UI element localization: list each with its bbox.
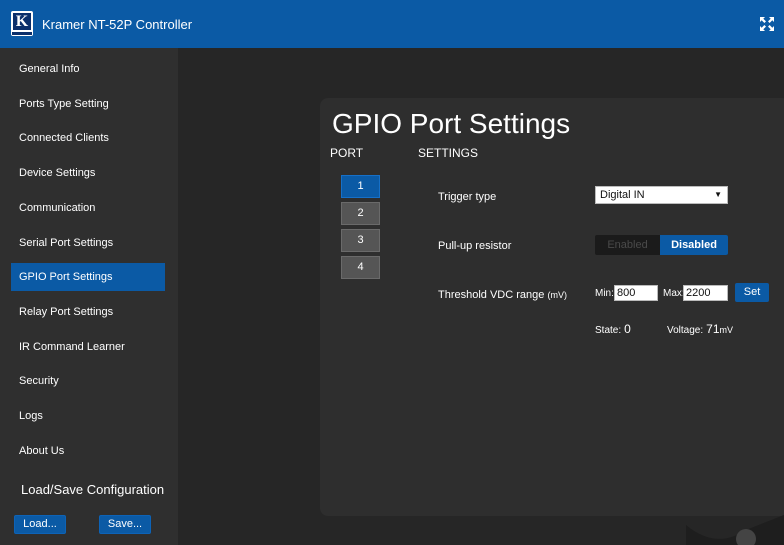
sidebar-item-general-info[interactable]: General Info [11,55,165,83]
top-bar: K Kramer NT-52P Controller [0,0,784,48]
port-column-header: PORT [330,146,364,160]
sidebar: General Info Ports Type Setting Connected … [0,48,178,545]
sidebar-item-ir-command-learner[interactable]: IR Command Learner [11,333,165,361]
decorative-shape [686,515,784,545]
chevron-down-icon: ▼ [714,190,722,199]
sidebar-item-serial-port-settings[interactable]: Serial Port Settings [11,229,165,257]
sidebar-item-logs[interactable]: Logs [11,402,165,430]
threshold-label: Threshold VDC range (mV) [438,289,567,301]
trigger-type-label: Trigger type [438,191,497,203]
load-button[interactable]: Load... [14,515,66,534]
page-title: GPIO Port Settings [332,108,571,139]
pullup-resistor-label: Pull-up resistor [438,240,512,252]
state-readout: State: 0 [595,322,631,336]
max-label: Max: [663,288,685,299]
trigger-type-value: Digital IN [600,189,645,201]
voltage-value: 71 [706,322,720,336]
sidebar-item-about-us[interactable]: About Us [11,437,165,465]
port-button-1[interactable]: 1 [341,175,380,198]
settings-panel [320,98,784,516]
app-title: Kramer NT-52P Controller [42,17,193,32]
sidebar-item-device-settings[interactable]: Device Settings [11,159,165,187]
expand-icon[interactable] [759,16,775,32]
sidebar-item-relay-port-settings[interactable]: Relay Port Settings [11,298,165,326]
max-input[interactable]: 2200 [683,285,728,301]
voltage-unit: mV [719,325,734,335]
load-save-title: Load/Save Configuration [21,482,165,497]
sidebar-item-security[interactable]: Security [11,367,165,395]
kramer-logo-icon: K [11,11,33,36]
pullup-enabled-option[interactable]: Enabled [595,235,660,255]
min-input[interactable]: 800 [614,285,658,301]
sidebar-item-ports-type-setting[interactable]: Ports Type Setting [11,90,165,118]
set-button[interactable]: Set [735,283,769,302]
state-value: 0 [624,322,631,336]
port-button-4[interactable]: 4 [341,256,380,279]
save-button[interactable]: Save... [99,515,151,534]
sidebar-item-connected-clients[interactable]: Connected Clients [11,124,165,152]
pullup-toggle[interactable]: Enabled Disabled [595,235,728,255]
port-button-2[interactable]: 2 [341,202,380,225]
min-label: Min: [595,288,614,299]
sidebar-item-communication[interactable]: Communication [11,194,165,222]
settings-column-header: SETTINGS [418,146,479,160]
voltage-readout: Voltage: 71mV [667,322,734,336]
port-button-3[interactable]: 3 [341,229,380,252]
pullup-disabled-option[interactable]: Disabled [660,235,728,255]
sidebar-item-gpio-port-settings[interactable]: GPIO Port Settings [11,263,165,291]
trigger-type-select[interactable]: Digital IN ▼ [595,186,728,204]
